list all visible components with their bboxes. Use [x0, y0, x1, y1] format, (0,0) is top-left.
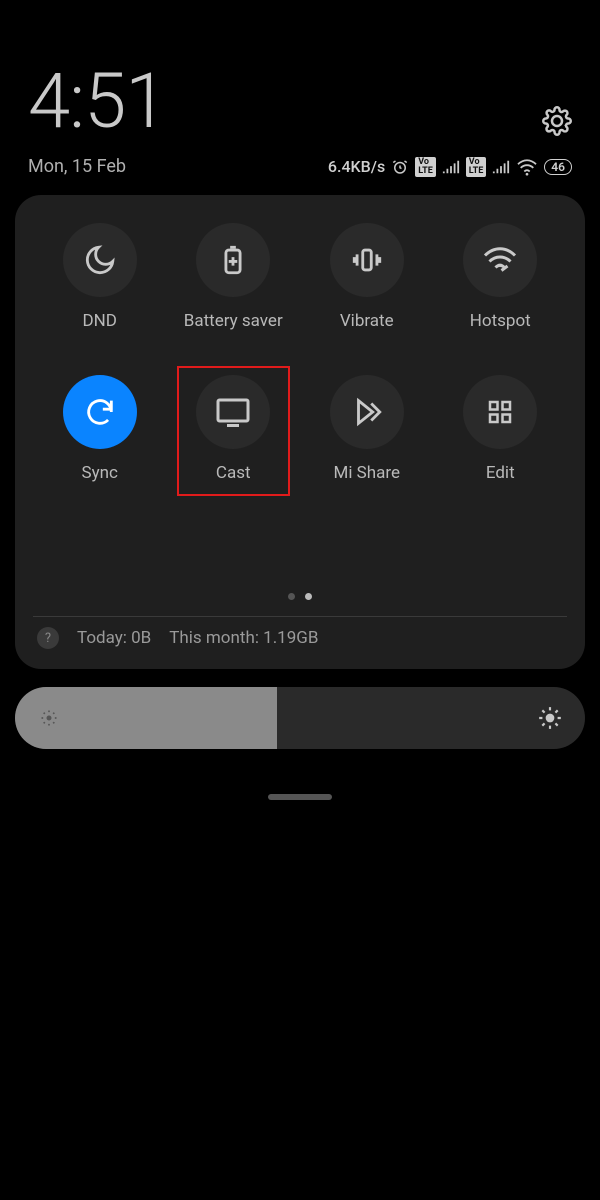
brightness-low-icon	[39, 708, 59, 728]
tile-label: Hotspot	[470, 311, 531, 331]
tile-label: Sync	[82, 463, 118, 483]
nav-handle[interactable]	[268, 794, 332, 800]
cast-icon	[215, 397, 251, 427]
tile-sync[interactable]: Sync	[33, 375, 167, 483]
tile-mishare[interactable]: Mi Share	[300, 375, 434, 483]
data-usage-row[interactable]: ? Today: 0B This month: 1.19GB	[33, 627, 567, 655]
tile-label: Cast	[216, 463, 251, 483]
vibrate-icon	[350, 243, 384, 277]
clock-time: 4:51	[28, 56, 166, 146]
battery-plus-icon	[216, 243, 250, 277]
tile-label: Mi Share	[333, 463, 400, 483]
status-icons: 6.4KB/s VoLTE VoLTE 46	[328, 157, 572, 177]
sync-icon	[83, 395, 117, 429]
divider	[33, 616, 567, 617]
help-icon: ?	[37, 627, 59, 649]
page-indicator	[33, 593, 567, 610]
brightness-high-icon	[537, 705, 563, 731]
tile-hotspot[interactable]: Hotspot	[434, 223, 568, 331]
hotspot-icon	[482, 245, 518, 275]
tile-edit[interactable]: Edit	[434, 375, 568, 483]
tile-battery-saver[interactable]: Battery saver	[167, 223, 301, 331]
page-dot	[288, 593, 295, 600]
tile-label: DND	[83, 311, 117, 331]
usage-today: Today: 0B	[77, 628, 151, 648]
volte-badge-1: VoLTE	[415, 157, 436, 177]
gear-icon	[542, 106, 572, 136]
network-speed: 6.4KB/s	[328, 157, 385, 176]
grid-icon	[485, 397, 515, 427]
tile-dnd[interactable]: DND	[33, 223, 167, 331]
mishare-icon	[349, 395, 385, 429]
tile-vibrate[interactable]: Vibrate	[300, 223, 434, 331]
moon-icon	[83, 243, 117, 277]
page-dot-active	[305, 593, 312, 600]
wifi-icon	[516, 158, 538, 176]
battery-pill: 46	[544, 159, 572, 175]
tile-cast[interactable]: Cast	[167, 375, 301, 483]
usage-month: This month: 1.19GB	[169, 628, 318, 648]
date-label: Mon, 15 Feb	[28, 156, 126, 177]
settings-button[interactable]	[542, 106, 572, 136]
signal-icon-2	[492, 160, 510, 174]
signal-icon-1	[442, 160, 460, 174]
tile-label: Battery saver	[184, 311, 283, 331]
volte-badge-2: VoLTE	[466, 157, 487, 177]
alarm-icon	[391, 158, 409, 176]
tile-label: Edit	[486, 463, 515, 483]
quick-settings-panel: DND Battery saver Vibrate Hotspot	[15, 195, 585, 669]
tile-label: Vibrate	[340, 311, 394, 331]
brightness-slider[interactable]	[15, 687, 585, 749]
